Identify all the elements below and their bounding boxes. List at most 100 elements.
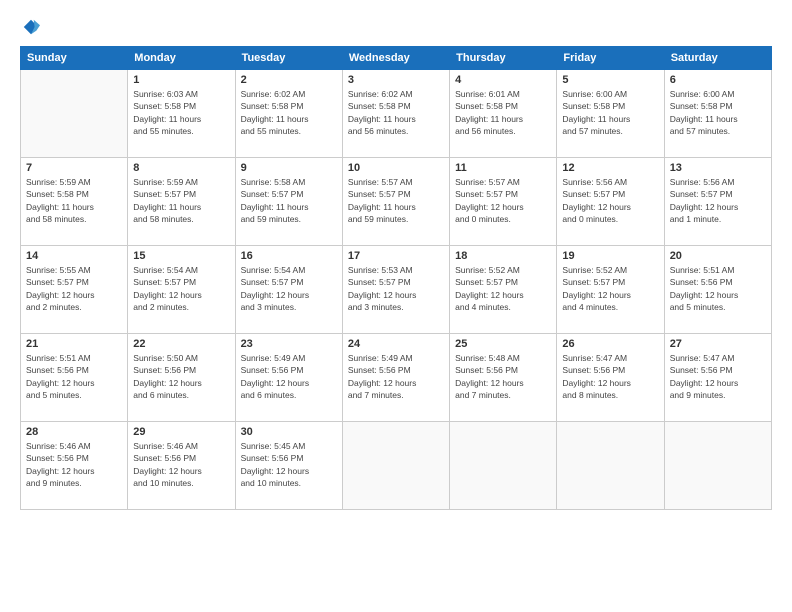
calendar-cell: 23 Sunrise: 5:49 AMSunset: 5:56 PMDayligh… [235,334,342,422]
day-info: Sunrise: 5:55 AMSunset: 5:57 PMDaylight:… [26,264,122,313]
calendar-cell: 24 Sunrise: 5:49 AMSunset: 5:56 PMDayligh… [342,334,449,422]
calendar-cell: 18 Sunrise: 5:52 AMSunset: 5:57 PMDayligh… [450,246,557,334]
day-number: 6 [670,74,766,86]
day-number: 15 [133,250,229,262]
day-number: 19 [562,250,658,262]
day-number: 25 [455,338,551,350]
calendar-cell: 26 Sunrise: 5:47 AMSunset: 5:56 PMDayligh… [557,334,664,422]
calendar-cell [342,422,449,510]
day-info: Sunrise: 5:48 AMSunset: 5:56 PMDaylight:… [455,352,551,401]
page-header [20,18,772,36]
calendar-cell: 4 Sunrise: 6:01 AMSunset: 5:58 PMDaylight… [450,70,557,158]
day-info: Sunrise: 5:59 AMSunset: 5:57 PMDaylight:… [133,176,229,225]
day-info: Sunrise: 5:49 AMSunset: 5:56 PMDaylight:… [348,352,444,401]
calendar-cell: 28 Sunrise: 5:46 AMSunset: 5:56 PMDayligh… [21,422,128,510]
header-cell-saturday: Saturday [664,47,771,70]
logo-icon [22,18,40,36]
day-number: 10 [348,162,444,174]
calendar-cell: 27 Sunrise: 5:47 AMSunset: 5:56 PMDayligh… [664,334,771,422]
header-cell-wednesday: Wednesday [342,47,449,70]
header-cell-monday: Monday [128,47,235,70]
header-cell-tuesday: Tuesday [235,47,342,70]
day-info: Sunrise: 5:45 AMSunset: 5:56 PMDaylight:… [241,440,337,489]
calendar-cell: 16 Sunrise: 5:54 AMSunset: 5:57 PMDayligh… [235,246,342,334]
day-number: 20 [670,250,766,262]
day-number: 18 [455,250,551,262]
day-number: 13 [670,162,766,174]
day-info: Sunrise: 5:59 AMSunset: 5:58 PMDaylight:… [26,176,122,225]
day-info: Sunrise: 5:56 AMSunset: 5:57 PMDaylight:… [562,176,658,225]
day-number: 2 [241,74,337,86]
day-info: Sunrise: 5:50 AMSunset: 5:56 PMDaylight:… [133,352,229,401]
calendar-cell: 8 Sunrise: 5:59 AMSunset: 5:57 PMDaylight… [128,158,235,246]
day-info: Sunrise: 6:01 AMSunset: 5:58 PMDaylight:… [455,88,551,137]
day-number: 16 [241,250,337,262]
header-cell-friday: Friday [557,47,664,70]
day-number: 8 [133,162,229,174]
calendar-cell: 2 Sunrise: 6:02 AMSunset: 5:58 PMDaylight… [235,70,342,158]
day-info: Sunrise: 6:02 AMSunset: 5:58 PMDaylight:… [241,88,337,137]
day-number: 27 [670,338,766,350]
day-info: Sunrise: 5:54 AMSunset: 5:57 PMDaylight:… [133,264,229,313]
calendar-cell [557,422,664,510]
calendar: SundayMondayTuesdayWednesdayThursdayFrid… [20,46,772,510]
day-number: 7 [26,162,122,174]
calendar-cell: 21 Sunrise: 5:51 AMSunset: 5:56 PMDayligh… [21,334,128,422]
day-number: 30 [241,426,337,438]
calendar-cell: 7 Sunrise: 5:59 AMSunset: 5:58 PMDaylight… [21,158,128,246]
calendar-cell: 20 Sunrise: 5:51 AMSunset: 5:56 PMDayligh… [664,246,771,334]
day-number: 1 [133,74,229,86]
calendar-cell: 17 Sunrise: 5:53 AMSunset: 5:57 PMDayligh… [342,246,449,334]
day-info: Sunrise: 5:47 AMSunset: 5:56 PMDaylight:… [562,352,658,401]
day-info: Sunrise: 5:46 AMSunset: 5:56 PMDaylight:… [26,440,122,489]
calendar-cell: 11Sunrise: 5:57 AMSunset: 5:57 PMDayligh… [450,158,557,246]
day-info: Sunrise: 5:56 AMSunset: 5:57 PMDaylight:… [670,176,766,225]
calendar-cell: 29 Sunrise: 5:46 AMSunset: 5:56 PMDayligh… [128,422,235,510]
week-row-0: 1 Sunrise: 6:03 AMSunset: 5:58 PMDaylight… [21,70,772,158]
day-info: Sunrise: 5:52 AMSunset: 5:57 PMDaylight:… [455,264,551,313]
day-info: Sunrise: 5:54 AMSunset: 5:57 PMDaylight:… [241,264,337,313]
header-cell-sunday: Sunday [21,47,128,70]
day-info: Sunrise: 5:58 AMSunset: 5:57 PMDaylight:… [241,176,337,225]
day-info: Sunrise: 5:49 AMSunset: 5:56 PMDaylight:… [241,352,337,401]
calendar-cell [664,422,771,510]
day-number: 17 [348,250,444,262]
calendar-cell: 13 Sunrise: 5:56 AMSunset: 5:57 PMDayligh… [664,158,771,246]
day-info: Sunrise: 5:51 AMSunset: 5:56 PMDaylight:… [670,264,766,313]
calendar-cell: 30 Sunrise: 5:45 AMSunset: 5:56 PMDayligh… [235,422,342,510]
day-number: 4 [455,74,551,86]
day-number: 22 [133,338,229,350]
day-number: 21 [26,338,122,350]
week-row-1: 7 Sunrise: 5:59 AMSunset: 5:58 PMDaylight… [21,158,772,246]
day-info: Sunrise: 5:52 AMSunset: 5:57 PMDaylight:… [562,264,658,313]
day-number: 29 [133,426,229,438]
week-row-3: 21 Sunrise: 5:51 AMSunset: 5:56 PMDayligh… [21,334,772,422]
day-number: 24 [348,338,444,350]
day-number: 12 [562,162,658,174]
day-number: 5 [562,74,658,86]
day-number: 26 [562,338,658,350]
logo [20,18,41,36]
calendar-cell: 22 Sunrise: 5:50 AMSunset: 5:56 PMDayligh… [128,334,235,422]
header-cell-thursday: Thursday [450,47,557,70]
calendar-body: 1 Sunrise: 6:03 AMSunset: 5:58 PMDaylight… [21,70,772,510]
day-info: Sunrise: 6:03 AMSunset: 5:58 PMDaylight:… [133,88,229,137]
calendar-cell: 14 Sunrise: 5:55 AMSunset: 5:57 PMDayligh… [21,246,128,334]
day-info: Sunrise: 5:47 AMSunset: 5:56 PMDaylight:… [670,352,766,401]
day-info: Sunrise: 6:02 AMSunset: 5:58 PMDaylight:… [348,88,444,137]
day-number: 23 [241,338,337,350]
week-row-2: 14 Sunrise: 5:55 AMSunset: 5:57 PMDayligh… [21,246,772,334]
calendar-cell: 3 Sunrise: 6:02 AMSunset: 5:58 PMDaylight… [342,70,449,158]
day-number: 28 [26,426,122,438]
day-number: 14 [26,250,122,262]
day-info: Sunrise: 6:00 AMSunset: 5:58 PMDaylight:… [562,88,658,137]
calendar-cell: 5 Sunrise: 6:00 AMSunset: 5:58 PMDaylight… [557,70,664,158]
day-info: Sunrise: 5:57 AMSunset: 5:57 PMDaylight:… [348,176,444,225]
calendar-cell: 19 Sunrise: 5:52 AMSunset: 5:57 PMDayligh… [557,246,664,334]
calendar-cell: 1 Sunrise: 6:03 AMSunset: 5:58 PMDaylight… [128,70,235,158]
day-number: 9 [241,162,337,174]
day-number: 3 [348,74,444,86]
day-info: Sunrise: 5:46 AMSunset: 5:56 PMDaylight:… [133,440,229,489]
day-info: Sunrise: 5:51 AMSunset: 5:56 PMDaylight:… [26,352,122,401]
day-info: Sunrise: 5:53 AMSunset: 5:57 PMDaylight:… [348,264,444,313]
